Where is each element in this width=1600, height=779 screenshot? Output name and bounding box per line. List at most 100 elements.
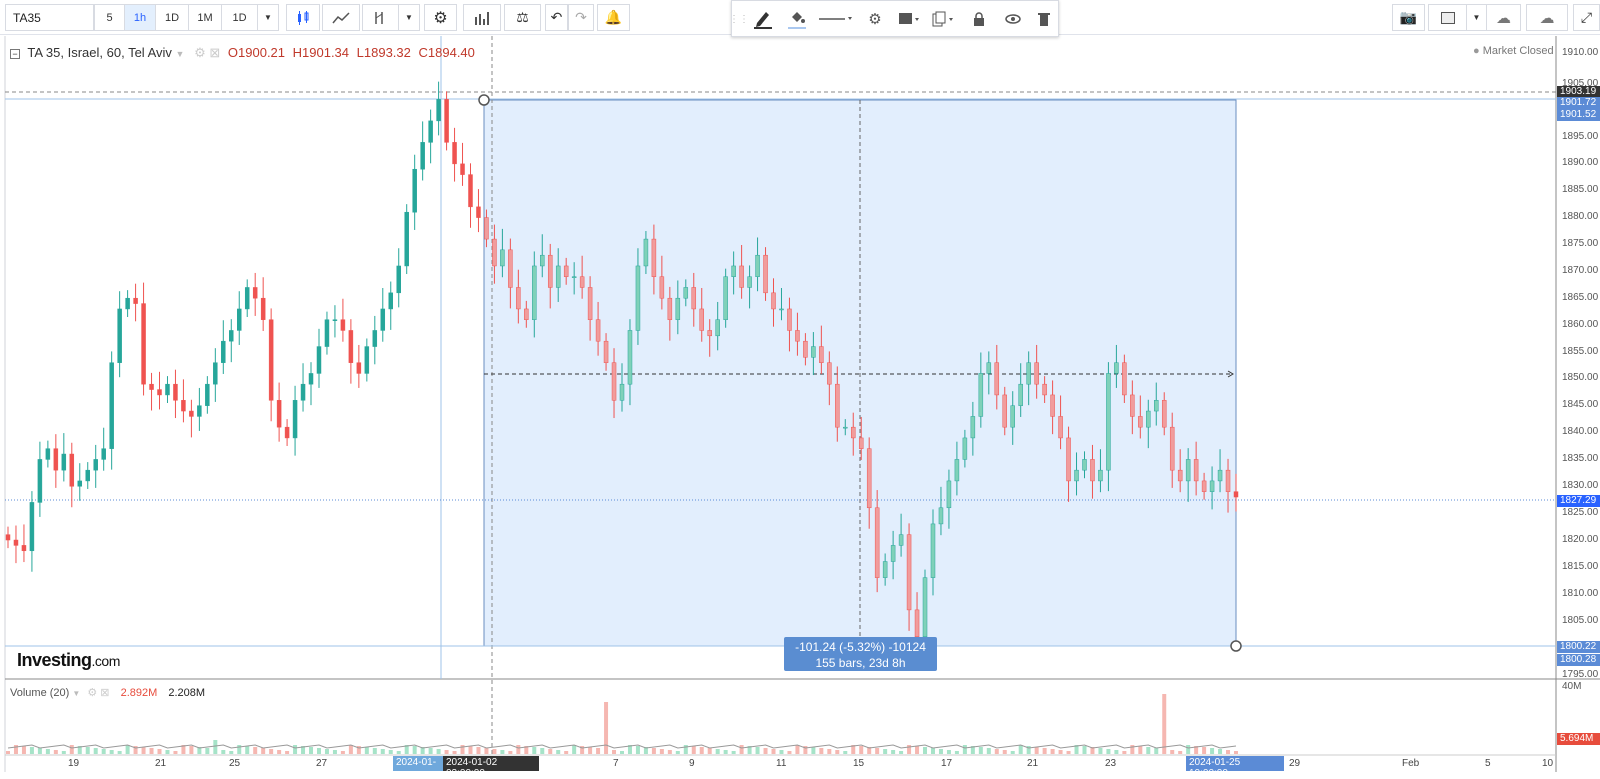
candle-body [157, 389, 162, 396]
volume-bar [21, 746, 26, 754]
close-value: C1894.40 [418, 45, 475, 60]
measure-start-handle[interactable] [478, 94, 490, 106]
time-tick: 17 [941, 758, 953, 769]
volume-bar [500, 750, 505, 754]
indicator-icon[interactable] [362, 4, 399, 31]
candle-body [627, 330, 633, 385]
volume-bar [1002, 750, 1007, 754]
pencil-icon[interactable] [748, 6, 778, 32]
price-tick: 1875.00 [1562, 238, 1599, 249]
gear-icon[interactable]: ⚙ [860, 6, 890, 32]
candle-body [324, 319, 330, 347]
fullscreen-icon[interactable]: ⤢ [1573, 4, 1600, 31]
candle-body [77, 480, 83, 487]
alert-bell-icon[interactable]: 🔔 [597, 4, 630, 31]
volume-bar [540, 748, 545, 754]
compare-icon[interactable]: ⚖ [504, 4, 541, 31]
candle-body [635, 265, 641, 331]
logo-suffix: .com [91, 653, 121, 669]
candle-body [428, 120, 433, 143]
candle-body [1026, 362, 1031, 385]
time-tick: 19 [68, 758, 80, 769]
candle-body [723, 276, 728, 320]
layout-icon[interactable] [1428, 4, 1467, 31]
clone-icon[interactable] [928, 6, 958, 32]
volume-bar [29, 747, 34, 754]
interval-5-button[interactable]: 5 [94, 4, 125, 31]
candle-body [763, 254, 768, 294]
cloud-upload-icon[interactable]: ☁ [1526, 4, 1568, 31]
studies-icon[interactable] [463, 4, 501, 31]
candle-body [874, 507, 880, 578]
interval-dropdown-button[interactable]: 1D [221, 4, 258, 31]
candle-body [101, 448, 106, 460]
market-status: ● Market Closed [1473, 45, 1554, 57]
chevron-down-icon[interactable]: ▼ [257, 4, 279, 31]
candle-body [141, 303, 146, 385]
symbol-input[interactable]: TA35 [5, 4, 94, 31]
candle-body [866, 448, 872, 509]
volume-bar [811, 747, 816, 754]
volume-bar [117, 751, 122, 754]
redo-icon[interactable]: ↷ [568, 4, 594, 31]
volume-bar [1218, 749, 1223, 754]
candle-body [1225, 469, 1231, 492]
interval-1h-button[interactable]: 1h [124, 4, 156, 31]
volume-bar [324, 749, 329, 754]
chevron-down-icon[interactable]: ▼ [398, 4, 420, 31]
drag-handle-icon[interactable]: ⋮⋮ [729, 6, 749, 32]
logo-brand: Investing [17, 650, 92, 670]
chevron-down-icon[interactable]: ▼ [176, 49, 185, 59]
volume-title[interactable]: Volume (20) [10, 687, 69, 699]
close-mini-icon[interactable]: ⊠ [209, 45, 220, 60]
volume-axis-tick: 40M [1562, 681, 1582, 692]
volume-legend: Volume (20) ▼ ⚙ ⊠ 2.892M 2.208M [10, 686, 205, 699]
collapse-icon[interactable]: − [10, 49, 20, 59]
candle-body [595, 319, 601, 342]
line-chart-icon[interactable] [322, 4, 360, 31]
close-mini-icon[interactable]: ⊠ [100, 687, 109, 699]
candle-body [819, 346, 824, 363]
interval-1m-button[interactable]: 1M [188, 4, 222, 31]
settings-mini-icon[interactable]: ⚙ [87, 687, 97, 699]
lock-icon[interactable] [964, 6, 994, 32]
volume-bar [6, 751, 10, 754]
eye-icon[interactable] [998, 6, 1028, 32]
settings-mini-icon[interactable]: ⚙ [194, 45, 206, 60]
candle-body [348, 330, 354, 363]
candle-body [779, 308, 784, 311]
price-tick: 1820.00 [1562, 534, 1599, 545]
cloud-download-icon[interactable]: ☁ [1486, 4, 1521, 31]
candle-body [205, 383, 210, 406]
gear-icon[interactable]: ⚙ [424, 4, 457, 31]
volume-bar [1210, 748, 1215, 754]
camera-icon[interactable]: 📷 [1392, 4, 1425, 31]
line-style-icon[interactable] [818, 6, 854, 32]
candle-body [356, 362, 362, 374]
trash-icon[interactable] [1030, 6, 1058, 32]
chevron-down-icon[interactable]: ▼ [1466, 4, 1487, 31]
chevron-down-icon[interactable]: ▼ [72, 689, 80, 698]
volume-bar [85, 747, 90, 754]
candlestick-icon[interactable] [286, 4, 320, 31]
candle-body [292, 400, 298, 439]
price-badge-last: 1827.29 [1557, 495, 1600, 507]
candle-body [835, 383, 840, 428]
candle-body [380, 308, 386, 331]
measure-end-handle[interactable] [1230, 640, 1242, 652]
undo-icon[interactable]: ↶ [545, 4, 568, 31]
candle-body [532, 265, 537, 320]
candle-body [755, 254, 760, 277]
volume-bar [1050, 749, 1055, 754]
fill-bucket-icon[interactable] [782, 6, 812, 32]
candle-body [547, 254, 553, 288]
candle-body [1154, 400, 1159, 412]
candle-body [691, 287, 697, 310]
visual-order-icon[interactable] [894, 6, 924, 32]
interval-1d-button[interactable]: 1D [155, 4, 189, 31]
volume-bar [978, 747, 983, 754]
candle-body [643, 238, 649, 267]
candle-body [53, 448, 59, 471]
symbol-title[interactable]: TA 35, Israel, 60, Tel Aviv [27, 45, 172, 60]
candle-body [260, 297, 266, 320]
